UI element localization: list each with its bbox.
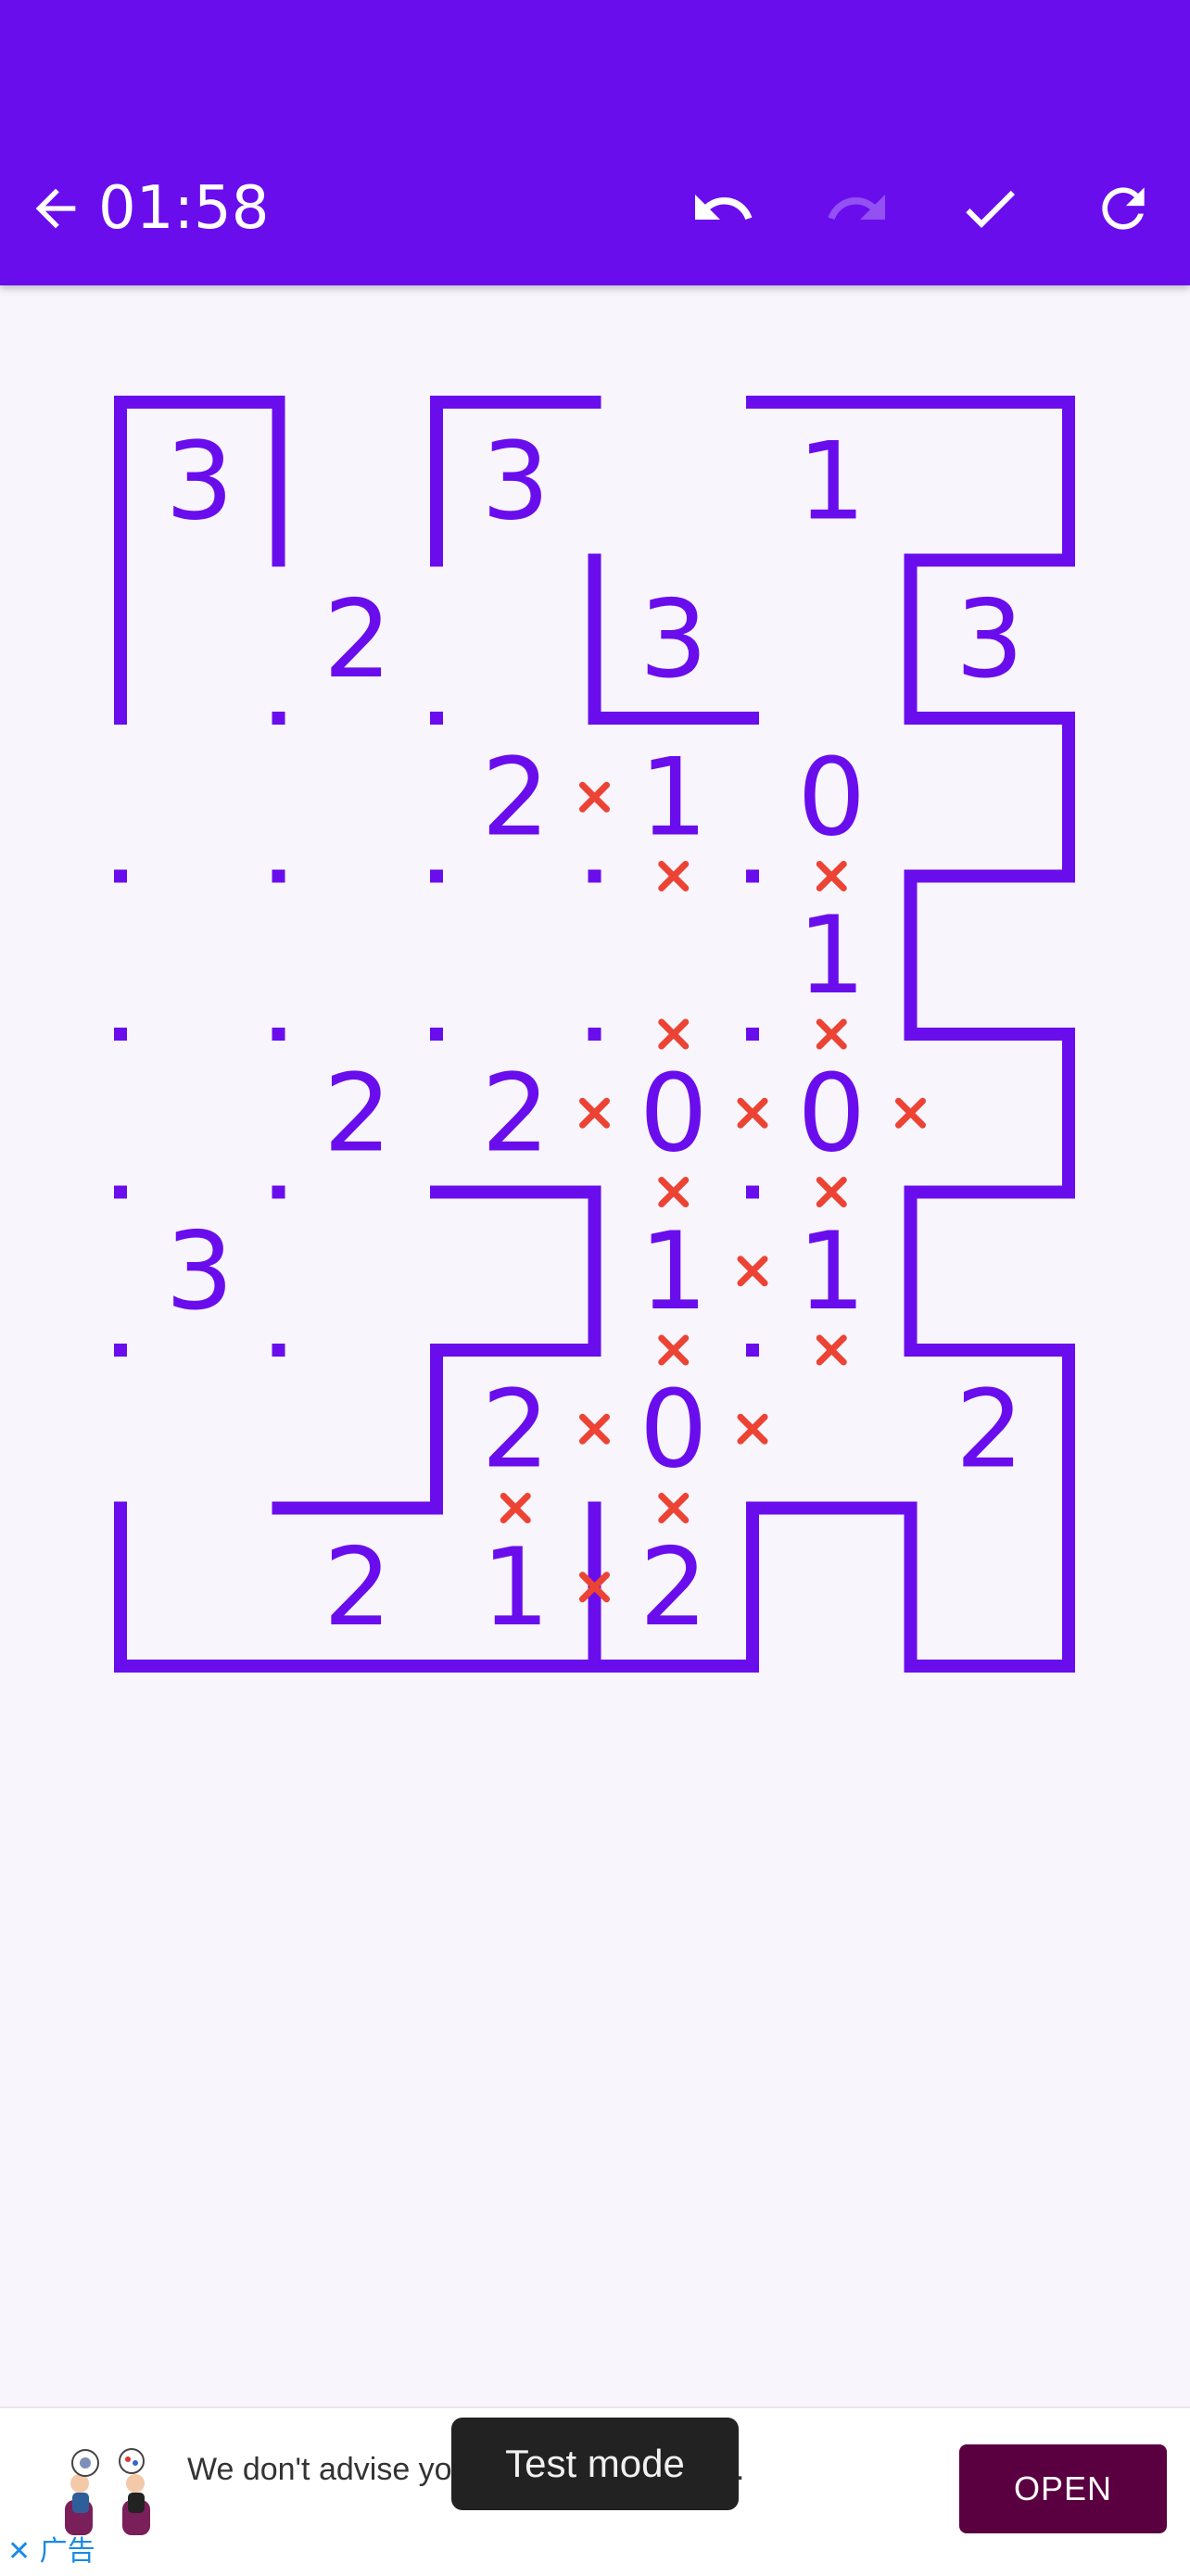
clue-number: 1 [797,893,866,1018]
grid-dot[interactable] [114,1028,127,1041]
ad-illustration-icon [65,2448,150,2535]
grid-dot[interactable] [746,1028,759,1041]
grid-dot[interactable] [430,869,443,883]
grid-dot[interactable] [114,869,127,883]
clue-number: 3 [165,419,234,544]
grid-dot[interactable] [272,1344,285,1357]
grid-dot[interactable] [272,1185,285,1199]
clue-number: 3 [165,1209,234,1334]
clue-number: 2 [481,1051,550,1176]
grid-dot[interactable] [746,1185,759,1199]
clue-number: 0 [797,1051,866,1176]
clue-number: 1 [797,419,866,544]
clue-number: 0 [639,1367,708,1492]
edge-cross-horizontal[interactable] [658,1018,690,1050]
edge-cross-horizontal[interactable] [658,861,690,891]
edge-cross-horizontal[interactable] [500,1493,531,1523]
ad-open-button[interactable]: OPEN [959,2444,1167,2533]
clue-number: 2 [481,1367,550,1492]
edge-cross-vertical[interactable] [579,1413,610,1445]
grid-dot[interactable] [588,869,601,883]
edge-cross-vertical[interactable] [737,1413,768,1445]
edge-cross-vertical[interactable] [579,1097,610,1129]
clue-number: 1 [639,1209,708,1334]
grid-dot[interactable] [430,1028,443,1041]
grid-dot[interactable] [430,712,443,725]
clue-number: 1 [639,735,708,860]
grid-dot[interactable] [272,712,285,725]
edge-cross-horizontal[interactable] [816,1334,847,1366]
clue-number: 1 [797,1209,866,1334]
grid-dot[interactable] [272,1028,285,1041]
ad-close-button[interactable]: ✕ 广告 [7,2533,95,2570]
grid-dot[interactable] [272,869,285,883]
grid-dot[interactable] [114,1185,127,1199]
clue-number: 3 [639,577,708,702]
edge-cross-horizontal[interactable] [816,1018,847,1050]
clue-number: 2 [323,1051,392,1176]
edge-cross-horizontal[interactable] [816,1177,847,1207]
clue-number: 2 [323,1525,392,1650]
clue-number: 2 [323,577,392,702]
edge-cross-vertical[interactable] [737,1097,768,1129]
edge-cross-horizontal[interactable] [658,1493,690,1523]
grid-dot[interactable] [114,1344,127,1357]
edge-cross-vertical[interactable] [737,1256,768,1287]
test-mode-toast: Test mode [451,2418,739,2510]
clue-number: 0 [639,1051,708,1176]
clue-number: 2 [481,735,550,860]
edge-cross-vertical[interactable] [579,781,610,813]
grid-dot[interactable] [746,869,759,883]
edge-cross-horizontal[interactable] [658,1334,690,1366]
clue-number: 0 [797,735,866,860]
edge-cross-vertical[interactable] [895,1097,926,1129]
clue-number: 2 [956,1367,1024,1492]
puzzle-board[interactable]: 3 3 12 3 32 1 012 2 0 03 1 12 0 22 1 2 [0,0,1190,2574]
grid-dot[interactable] [746,1344,759,1357]
edge-cross-horizontal[interactable] [816,861,847,891]
edge-cross-horizontal[interactable] [658,1177,690,1207]
clue-number: 1 [481,1525,550,1650]
clue-number: 3 [481,419,550,544]
clue-number: 3 [956,577,1024,702]
grid-dot[interactable] [588,1028,601,1041]
clue-number: 2 [639,1525,708,1650]
